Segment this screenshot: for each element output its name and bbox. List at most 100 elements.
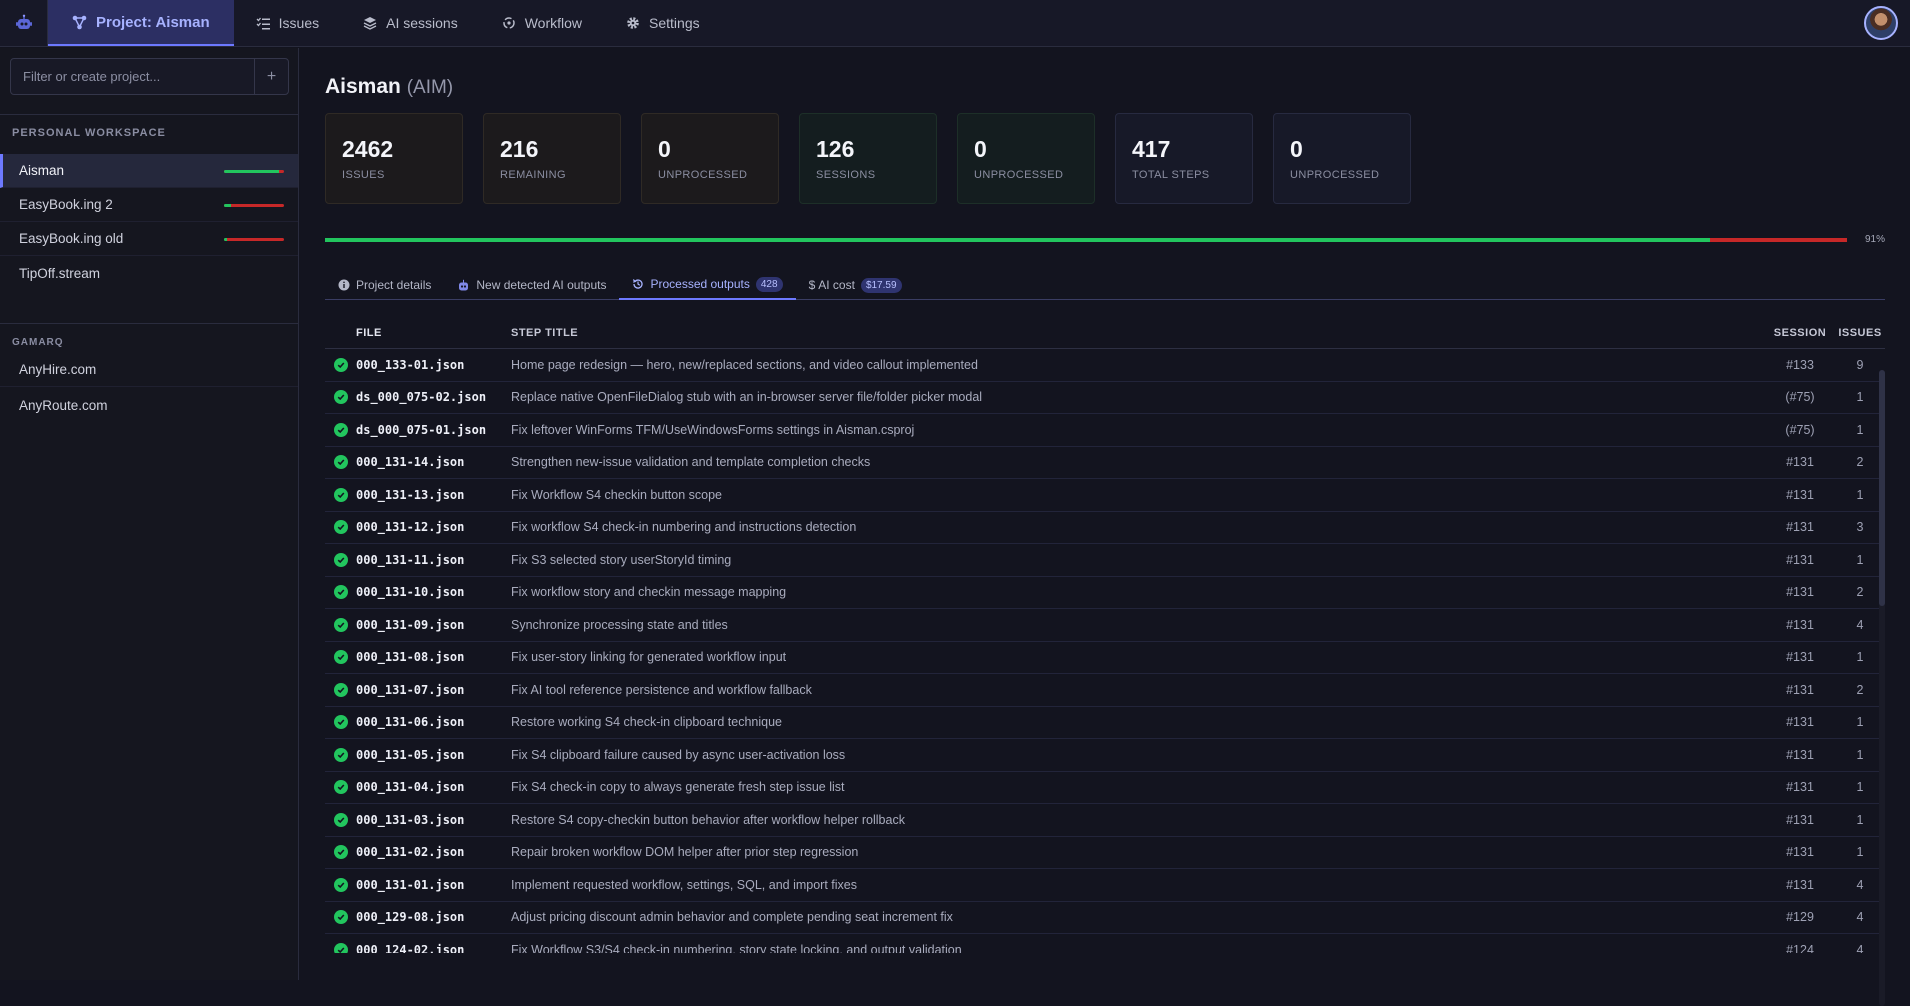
file-name[interactable]: 000_131-08.json [356,650,509,664]
session-ref[interactable]: #131 [1765,488,1835,502]
file-name[interactable]: 000_133-01.json [356,358,509,372]
check-circle-icon [333,812,348,827]
header-issues[interactable]: ISSUES [1835,327,1885,339]
table-row[interactable]: 000_131-04.json Fix S4 check-in copy to a… [325,772,1885,804]
file-name[interactable]: 000_131-04.json [356,780,509,794]
table-row[interactable]: 000_131-01.json Implement requested workf… [325,869,1885,902]
stat-remaining: 216 REMAINING [483,113,621,204]
session-ref[interactable]: #131 [1765,585,1835,599]
nav-issues[interactable]: Issues [234,0,341,46]
session-ref[interactable]: #129 [1765,910,1835,924]
table-row[interactable]: 000_131-03.json Restore S4 copy-checkin b… [325,804,1885,837]
table-scrollbar-thumb[interactable] [1879,370,1885,606]
file-name[interactable]: 000_131-02.json [356,845,509,859]
file-name[interactable]: 000_131-06.json [356,715,509,729]
session-ref[interactable]: (#75) [1765,390,1835,404]
table-row[interactable]: 000_131-09.json Synchronize processing st… [325,609,1885,642]
session-ref[interactable]: #131 [1765,813,1835,827]
check-circle-icon [333,357,348,372]
file-name[interactable]: 000_124-02.json [356,943,509,953]
issue-count: 2 [1856,585,1864,600]
table-row[interactable]: 000_131-14.json Strengthen new-issue vali… [325,447,1885,479]
add-project-button[interactable]: + [254,59,288,94]
table-row[interactable]: ds_000_075-01.json Fix leftover WinForms … [325,414,1885,447]
session-ref[interactable]: #131 [1765,715,1835,729]
session-ref[interactable]: #131 [1765,553,1835,567]
file-name[interactable]: 000_131-13.json [356,488,509,502]
nav-settings[interactable]: Settings [604,0,722,46]
session-ref[interactable]: #131 [1765,650,1835,664]
tab-new-detected-outputs[interactable]: New detected AI outputs [444,270,619,300]
project-progress-bar [325,238,1847,242]
file-name[interactable]: 000_131-10.json [356,585,509,599]
issue-count: 1 [1856,552,1864,567]
table-row[interactable]: 000_129-08.json Adjust pricing discount a… [325,902,1885,934]
header-file[interactable]: FILE [356,327,509,339]
status-cell [325,747,356,762]
session-ref[interactable]: #131 [1765,455,1835,469]
table-row[interactable]: 000_131-10.json Fix workflow story and ch… [325,577,1885,609]
session-ref[interactable]: #131 [1765,683,1835,697]
check-circle-icon [333,877,348,892]
tab-processed-outputs[interactable]: Processed outputs 428 [619,270,796,300]
table-row[interactable]: 000_131-05.json Fix S4 clipboard failure … [325,739,1885,772]
project-name: TipOff.stream [19,265,101,281]
session-ref[interactable]: (#75) [1765,423,1835,437]
step-title: Fix workflow S4 check-in numbering and i… [511,520,857,535]
sidebar-project-anyhire[interactable]: AnyHire.com [0,353,298,387]
app-logo[interactable] [0,0,48,46]
table-row[interactable]: 000_124-02.json Fix Workflow S3/S4 check-… [325,934,1885,953]
table-row[interactable]: 000_131-06.json Restore working S4 check-… [325,707,1885,739]
table-row[interactable]: 000_131-13.json Fix Workflow S4 checkin b… [325,479,1885,512]
file-name[interactable]: 000_131-05.json [356,748,509,762]
sidebar-project-aisman[interactable]: Aisman [0,154,298,188]
stat-label: UNPROCESSED [974,169,1064,181]
table-row[interactable]: 000_133-01.json Home page redesign — hero… [325,349,1885,382]
step-title: Fix Workflow S4 checkin button scope [511,487,722,502]
file-name[interactable]: 000_129-08.json [356,910,509,924]
personal-workspace-label: PERSONAL WORKSPACE [12,127,166,139]
tab-ai-cost[interactable]: $ AI cost $17.59 [796,270,915,300]
header-step-title[interactable]: STEP TITLE [509,327,1765,339]
sidebar-project-easybooking-old[interactable]: EasyBook.ing old [0,222,298,256]
file-name[interactable]: 000_131-11.json [356,553,509,567]
nav-project[interactable]: Project: Aisman [48,0,234,46]
session-ref[interactable]: #131 [1765,780,1835,794]
table-row[interactable]: 000_131-02.json Repair broken workflow DO… [325,837,1885,869]
project-filter-input[interactable]: Filter or create project... [11,59,254,94]
table-row[interactable]: 000_131-12.json Fix workflow S4 check-in … [325,512,1885,544]
tab-project-details[interactable]: Project details [325,270,444,300]
session-ref[interactable]: #131 [1765,878,1835,892]
file-name[interactable]: ds_000_075-01.json [356,423,509,437]
file-name[interactable]: 000_131-03.json [356,813,509,827]
session-ref[interactable]: #131 [1765,618,1835,632]
session-ref[interactable]: #131 [1765,845,1835,859]
table-row[interactable]: ds_000_075-02.json Replace native OpenFil… [325,382,1885,414]
main-content: Aisman (AIM) 2462 ISSUES 216 REMAINING 0… [300,48,1910,1006]
file-name[interactable]: 000_131-07.json [356,683,509,697]
session-ref[interactable]: #131 [1765,520,1835,534]
sidebar-project-easybooking-2[interactable]: EasyBook.ing 2 [0,188,298,222]
nav-ai-sessions[interactable]: AI sessions [341,0,480,46]
table-row[interactable]: 000_131-08.json Fix user-story linking fo… [325,642,1885,674]
table-row[interactable]: 000_131-07.json Fix AI tool reference per… [325,674,1885,707]
file-name[interactable]: 000_131-01.json [356,878,509,892]
file-name[interactable]: 000_131-09.json [356,618,509,632]
file-name[interactable]: 000_131-14.json [356,455,509,469]
check-circle-icon [333,682,348,697]
robot-icon [15,14,32,29]
session-ref[interactable]: #124 [1765,943,1835,953]
file-name[interactable]: 000_131-12.json [356,520,509,534]
file-name[interactable]: ds_000_075-02.json [356,390,509,404]
user-avatar[interactable] [1864,6,1898,40]
sidebar-project-tipoff[interactable]: TipOff.stream [0,256,298,290]
session-ref[interactable]: #131 [1765,748,1835,762]
step-title: Fix Workflow S3/S4 check-in numbering, s… [511,942,962,953]
nav-workflow[interactable]: Workflow [480,0,604,46]
header-session[interactable]: SESSION [1765,327,1835,339]
session-ref[interactable]: #133 [1765,358,1835,372]
check-circle-icon [333,650,348,665]
content-tabs: Project details New detected AI outputs … [325,270,1885,300]
sidebar-project-anyroute[interactable]: AnyRoute.com [0,388,298,422]
table-row[interactable]: 000_131-11.json Fix S3 selected story use… [325,544,1885,577]
